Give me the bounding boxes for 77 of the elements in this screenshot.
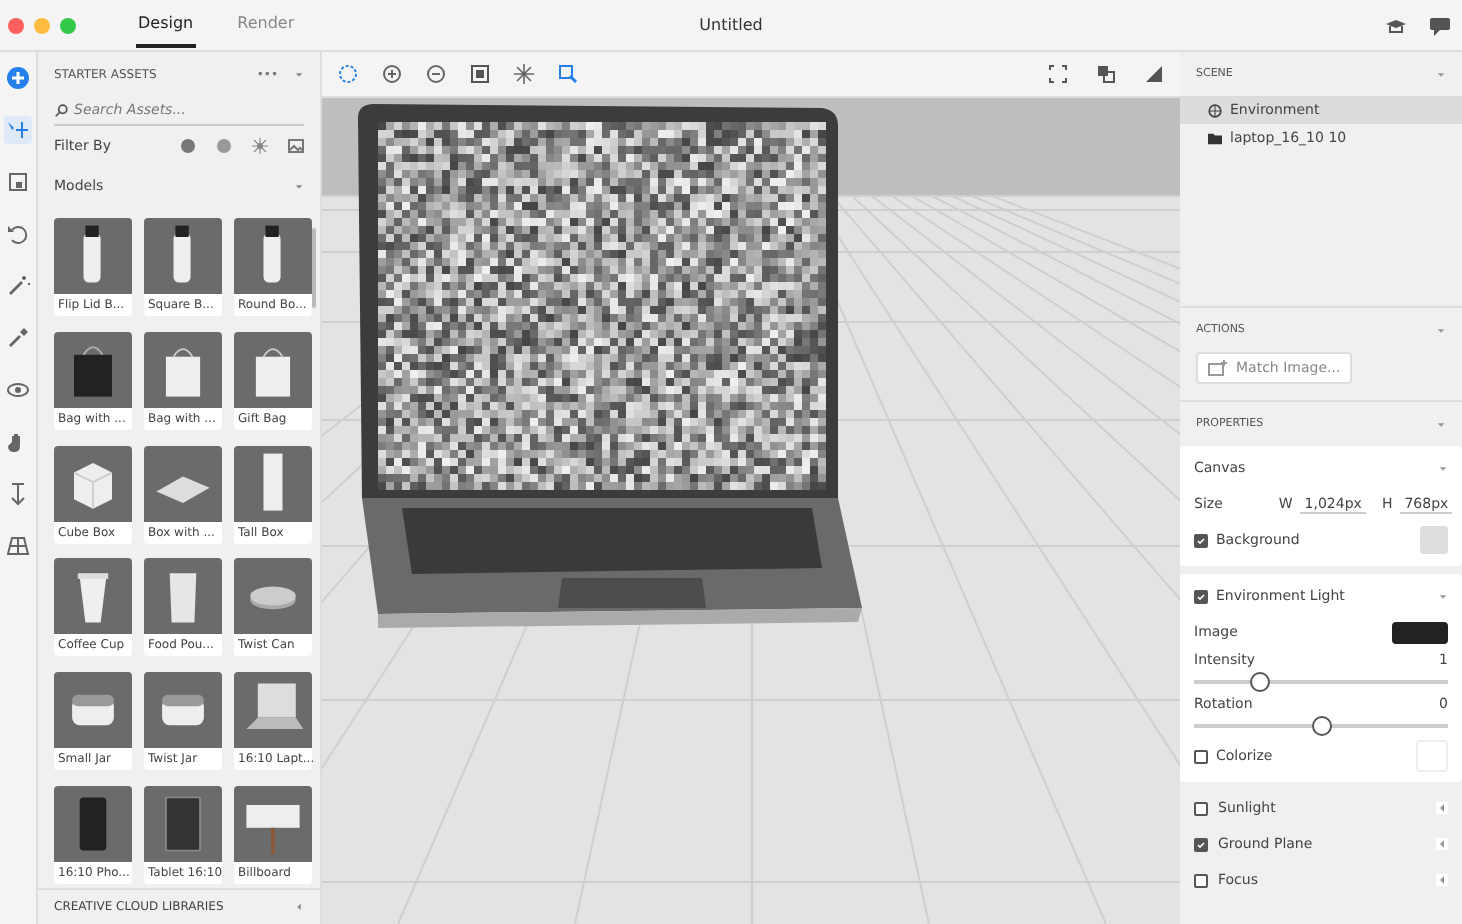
magic-wand-icon — [6, 274, 30, 298]
product-thumbnail-drawing — [54, 672, 132, 749]
product-thumbnail-drawing — [234, 331, 312, 408]
chevron-down-icon[interactable] — [294, 181, 304, 191]
close-icon[interactable] — [8, 17, 24, 33]
product-thumbnail-drawing — [144, 331, 222, 408]
environment-image-thumbnail[interactable] — [1392, 621, 1448, 643]
image-icon[interactable] — [288, 138, 304, 154]
frame-object-icon[interactable] — [470, 64, 490, 84]
move-tool-tool[interactable] — [4, 116, 32, 144]
layers-icon[interactable] — [1096, 64, 1116, 84]
perspective-grid-icon — [6, 534, 30, 558]
scrollbar[interactable] — [312, 228, 316, 308]
checkbox[interactable] — [1194, 801, 1208, 815]
snowflake-icon[interactable] — [514, 64, 534, 84]
image-match-icon — [1208, 360, 1228, 376]
zoom-out-icon[interactable] — [426, 64, 446, 84]
product-thumbnail-drawing — [54, 445, 132, 522]
undo-tool[interactable] — [4, 220, 32, 248]
add-icon — [6, 66, 30, 90]
collapse-arrow-icon[interactable] — [294, 902, 304, 912]
product-thumbnail-drawing — [144, 558, 222, 635]
chevron-down-icon[interactable] — [294, 69, 304, 79]
dolly-icon — [6, 482, 30, 506]
product-thumbnail-drawing — [54, 218, 132, 294]
product-thumbnail-drawing — [144, 218, 222, 294]
expand-toggle[interactable] — [1438, 591, 1448, 601]
expand-arrow-icon[interactable] — [1436, 802, 1448, 814]
checkbox[interactable] — [1194, 533, 1208, 547]
product-thumbnail-drawing — [144, 672, 222, 749]
chat-icon[interactable] — [1430, 15, 1450, 35]
product-thumbnail-drawing — [234, 786, 312, 863]
chevron-down-icon[interactable] — [1438, 463, 1448, 473]
add-tool[interactable] — [4, 64, 32, 92]
product-thumbnail-drawing — [234, 558, 312, 635]
frame-tool[interactable] — [4, 168, 32, 196]
product-thumbnail-drawing — [234, 445, 312, 522]
expand-arrow-icon[interactable] — [1436, 874, 1448, 886]
checkbox[interactable] — [1194, 837, 1208, 851]
checkbox[interactable] — [1194, 749, 1208, 763]
window-title: Untitled — [699, 16, 763, 34]
checkbox[interactable] — [1194, 873, 1208, 887]
frame-icon — [6, 170, 30, 194]
histogram-icon[interactable] — [1144, 64, 1164, 84]
eyedropper-tool[interactable] — [4, 324, 32, 352]
chevron-down-icon — [1438, 591, 1448, 601]
product-thumbnail-drawing — [144, 445, 222, 522]
product-thumbnail-drawing — [54, 331, 132, 408]
eyedropper-icon — [6, 326, 30, 350]
product-thumbnail-drawing — [234, 218, 312, 294]
zoom-in-icon[interactable] — [382, 64, 402, 84]
selection-icon[interactable] — [338, 64, 358, 84]
magic-wand-tool[interactable] — [4, 272, 32, 300]
search-icon — [54, 103, 68, 117]
material-ball-icon[interactable] — [180, 138, 196, 154]
graduation-cap-icon[interactable] — [1386, 15, 1406, 35]
product-thumbnail-drawing — [54, 558, 132, 635]
color-swatch[interactable] — [1420, 526, 1448, 554]
undo-icon — [6, 222, 30, 246]
check-icon — [1196, 837, 1206, 851]
check-icon — [1196, 589, 1206, 603]
product-thumbnail-drawing — [144, 786, 222, 863]
expand-arrow-icon[interactable] — [1436, 838, 1448, 850]
move-tool-icon — [6, 118, 30, 142]
check-icon — [1196, 533, 1206, 547]
fullscreen-icon[interactable] — [1048, 64, 1068, 84]
transform-icon[interactable] — [558, 64, 578, 84]
globe-icon — [1208, 103, 1222, 117]
slider-thumb[interactable] — [1311, 716, 1331, 736]
sun-icon[interactable] — [252, 138, 268, 154]
product-thumbnail-drawing — [54, 786, 132, 863]
product-thumbnail-drawing — [234, 672, 312, 749]
slider-thumb[interactable] — [1250, 672, 1271, 692]
perspective-grid-tool[interactable] — [4, 532, 32, 560]
tab[interactable]: Design — [136, 2, 196, 48]
checkbox[interactable] — [1194, 589, 1208, 603]
folder-icon — [1208, 131, 1222, 145]
